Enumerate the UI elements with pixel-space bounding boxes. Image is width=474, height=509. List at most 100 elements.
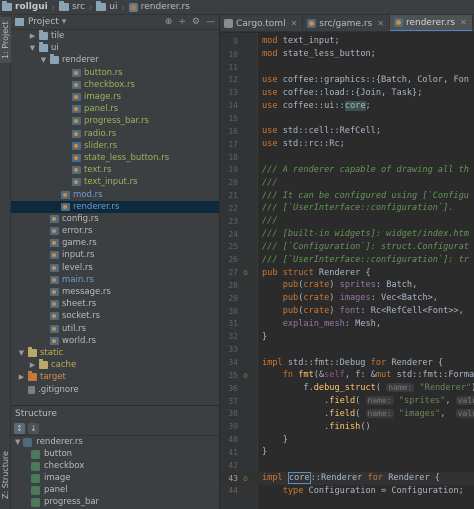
- tree-item-label: text.rs: [84, 165, 112, 176]
- folder-icon: [2, 1, 12, 11]
- rust-file-icon: [50, 324, 59, 333]
- code-line: 30 pub(crate) font: Rc<RefCell<Font>>,: [220, 305, 474, 318]
- collapse-icon[interactable]: ÷: [178, 17, 186, 27]
- structure-tool-tab[interactable]: Z: Structure: [0, 445, 11, 505]
- breadcrumb-item[interactable]: ui: [96, 1, 118, 12]
- project-tool-tab[interactable]: 1: Project: [0, 17, 11, 63]
- tree-item[interactable]: ▶ tile: [11, 30, 219, 42]
- line-number: 26: [228, 255, 238, 265]
- tree-item[interactable]: ▼ ui: [11, 42, 219, 54]
- close-icon[interactable]: ✕: [460, 18, 467, 27]
- gear-icon[interactable]: ⚙: [192, 17, 200, 27]
- code-text: pub(crate) sprites: Batch,: [282, 280, 418, 291]
- code-line: 20 ///: [220, 176, 474, 189]
- breadcrumb-label: src: [71, 2, 86, 12]
- tree-item[interactable]: ▼ static: [11, 346, 219, 359]
- tree-item-label: target: [40, 372, 66, 383]
- breadcrumb-separator-icon: ›: [89, 2, 93, 12]
- expanded-arrow-icon[interactable]: ▼: [15, 438, 20, 446]
- rust-file-icon: [50, 263, 59, 272]
- tree-item[interactable]: level.rs: [11, 262, 219, 274]
- implementation-marker-icon[interactable]: o: [241, 474, 250, 483]
- structure-item-label: panel: [44, 485, 68, 495]
- tree-item-label: radio.rs: [84, 128, 117, 139]
- locate-icon[interactable]: ⊕: [165, 17, 173, 27]
- tree-item[interactable]: error.rs: [11, 225, 219, 237]
- rust-file-icon: [50, 300, 59, 309]
- collapsed-arrow-icon[interactable]: ▶: [17, 373, 26, 381]
- close-icon[interactable]: ✕: [377, 19, 384, 28]
- tree-item[interactable]: message.rs: [11, 286, 219, 298]
- line-number: 25: [228, 242, 238, 252]
- tree-item[interactable]: socket.rs: [11, 310, 219, 322]
- breadcrumb-item[interactable]: src: [58, 1, 86, 12]
- code-line: 19 /// A renderer capable of drawing all …: [220, 163, 474, 176]
- tree-item[interactable]: state_less_button.rs: [11, 152, 219, 164]
- collapsed-arrow-icon[interactable]: ▶: [28, 361, 37, 369]
- tree-item[interactable]: .gitignore: [11, 383, 219, 395]
- breadcrumb-item[interactable]: rollgui: [2, 1, 48, 12]
- tree-item[interactable]: radio.rs: [11, 128, 219, 140]
- code-text: use coffee::ui::core;: [262, 100, 371, 111]
- tree-item[interactable]: checkbox.rs: [11, 79, 219, 91]
- structure-item[interactable]: image: [11, 472, 219, 484]
- tree-item[interactable]: ▶ cache: [11, 359, 219, 371]
- tree-item[interactable]: main.rs: [11, 274, 219, 286]
- show-fields-icon[interactable]: ↓: [28, 423, 39, 434]
- tree-item[interactable]: button.rs: [11, 67, 219, 79]
- code-line: 25 /// [`Configuration`]: struct.Configur…: [220, 241, 474, 254]
- tree-item[interactable]: image.rs: [11, 91, 219, 103]
- breadcrumb-label: rollgui: [15, 2, 48, 12]
- tree-item[interactable]: renderer.rs: [11, 200, 219, 213]
- tree-item-label: panel.rs: [84, 104, 119, 115]
- code-line: 18: [220, 151, 474, 164]
- tree-item[interactable]: game.rs: [11, 237, 219, 249]
- hide-icon[interactable]: —: [206, 17, 215, 27]
- implementation-marker-icon[interactable]: o: [241, 371, 250, 380]
- expanded-arrow-icon[interactable]: ▼: [28, 44, 37, 52]
- editor-tab[interactable]: renderer.rs ✕: [389, 15, 473, 31]
- line-number: 10: [228, 49, 238, 59]
- structure-root[interactable]: ▼ renderer.rs: [11, 436, 219, 448]
- line-number: 21: [228, 191, 238, 201]
- editor-tab-label: Cargo.toml: [236, 18, 286, 29]
- tree-item[interactable]: panel.rs: [11, 103, 219, 115]
- tree-item[interactable]: world.rs: [11, 335, 219, 347]
- expanded-arrow-icon[interactable]: ▼: [39, 56, 48, 64]
- tree-item[interactable]: input.rs: [11, 249, 219, 261]
- code-text: /// A renderer capable of drawing all th: [262, 164, 469, 175]
- implementation-marker-icon[interactable]: o: [241, 268, 250, 277]
- editor-tab[interactable]: Cargo.toml ✕: [220, 15, 304, 31]
- tree-item[interactable]: ▼ renderer: [11, 54, 219, 66]
- project-panel-title: Project: [28, 17, 59, 27]
- breadcrumb-item[interactable]: renderer.rs: [128, 2, 190, 12]
- dropdown-icon[interactable]: ▾: [62, 17, 67, 27]
- structure-tree: ▼ renderer.rs button checkbox image panel prog…: [11, 436, 219, 508]
- tree-item[interactable]: config.rs: [11, 213, 219, 225]
- tree-item[interactable]: sheet.rs: [11, 298, 219, 310]
- editor-tab[interactable]: src/game.rs ✕: [303, 15, 390, 31]
- tree-item-label: button.rs: [84, 67, 123, 78]
- tree-item[interactable]: text_input.rs: [11, 176, 219, 188]
- code-text: pub(crate) font: Rc<RefCell<Font>>,: [282, 306, 464, 317]
- tree-item[interactable]: slider.rs: [11, 140, 219, 152]
- structure-item[interactable]: panel: [11, 484, 219, 496]
- structure-item[interactable]: button: [11, 448, 219, 460]
- structure-item[interactable]: progress_bar: [11, 496, 219, 508]
- tree-item[interactable]: text.rs: [11, 164, 219, 176]
- tree-item[interactable]: progress_bar.rs: [11, 115, 219, 127]
- code-editor[interactable]: 9 mod text_input; 10 mod state_less_button;…: [220, 33, 474, 509]
- structure-item[interactable]: checkbox: [11, 460, 219, 472]
- collapsed-arrow-icon[interactable]: ▶: [28, 32, 37, 40]
- code-line: 16 use std::cell::RefCell;: [220, 125, 474, 138]
- tree-item[interactable]: mod.rs: [11, 188, 219, 200]
- tree-item[interactable]: util.rs: [11, 323, 219, 335]
- tree-item[interactable]: ▶ target: [11, 371, 219, 383]
- line-number: 23: [228, 216, 238, 226]
- rust-file-icon: [128, 2, 138, 12]
- breadcrumb-separator-icon: ›: [121, 2, 125, 12]
- sort-alpha-icon[interactable]: ↕: [14, 423, 25, 434]
- close-icon[interactable]: ✕: [291, 19, 298, 28]
- expanded-arrow-icon[interactable]: ▼: [17, 349, 26, 357]
- code-text: type Configuration = Configuration;: [282, 485, 464, 496]
